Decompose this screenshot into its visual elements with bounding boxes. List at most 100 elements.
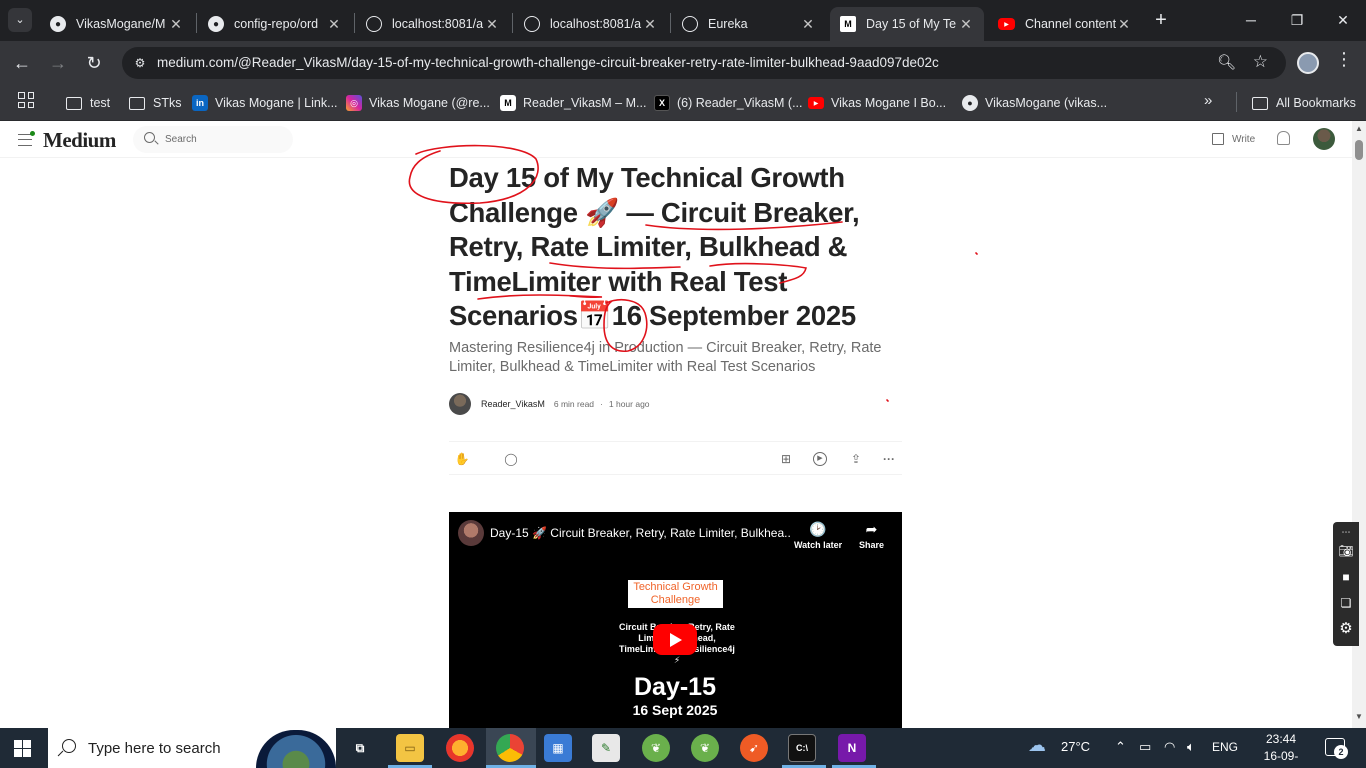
github-icon: ●: [962, 95, 978, 111]
bookmark-youtube[interactable]: ▶ Vikas Mogane I Bo...: [808, 92, 946, 114]
battery-icon[interactable]: ▭: [1139, 739, 1151, 755]
new-tab-button[interactable]: +: [1150, 9, 1172, 31]
url-text[interactable]: medium.com/@Reader_VikasM/day-15-of-my-t…: [157, 55, 939, 70]
apps-grid-icon[interactable]: [18, 92, 34, 108]
minimize-button[interactable]: ─: [1228, 0, 1274, 40]
tab-localhost-1[interactable]: localhost:8081/a ✕: [356, 7, 510, 41]
close-icon[interactable]: ✕: [168, 16, 184, 33]
video-title[interactable]: Day-15 🚀 Circuit Breaker, Retry, Rate Li…: [490, 526, 790, 540]
bookmark-linkedin[interactable]: in Vikas Mogane | Link...: [192, 92, 338, 114]
author-avatar[interactable]: [449, 393, 471, 415]
close-icon[interactable]: ✕: [1116, 16, 1132, 33]
close-icon[interactable]: ✕: [326, 16, 342, 33]
onenote-icon[interactable]: N: [838, 734, 866, 762]
taskbar-clock[interactable]: 23:44 16-09-2025: [1252, 731, 1310, 768]
all-bookmarks-button[interactable]: All Bookmarks: [1252, 92, 1356, 114]
medium-logo[interactable]: Medium: [43, 128, 116, 153]
back-button[interactable]: ←: [8, 49, 36, 77]
channel-avatar[interactable]: [458, 520, 484, 546]
spring-tool-icon[interactable]: ❦: [642, 734, 670, 762]
menu-icon[interactable]: [18, 134, 32, 146]
task-view-icon[interactable]: ⧉: [346, 734, 374, 762]
windows-taskbar: Type here to search ⧉ ▭ ▦ ✎ ❦ ❦ ➹ C:\ N …: [0, 728, 1366, 768]
close-icon[interactable]: ✕: [958, 16, 974, 33]
address-bar[interactable]: ⚙ medium.com/@Reader_VikasM/day-15-of-my…: [122, 47, 1286, 79]
tab-config-repo[interactable]: ● config-repo/ord ✕: [198, 7, 352, 41]
restore-button[interactable]: ❐: [1274, 0, 1320, 40]
listen-play-icon[interactable]: ▶: [813, 452, 827, 466]
web-page: Medium Search Write ▲ ▼ Day 15 of My Tec…: [0, 121, 1366, 728]
spring-tool-icon[interactable]: ❦: [691, 734, 719, 762]
notification-center-icon[interactable]: 2: [1325, 738, 1348, 759]
share-video-button[interactable]: ➦ Share: [859, 521, 884, 550]
more-options-icon[interactable]: ···: [881, 451, 897, 467]
chrome-icon[interactable]: [496, 734, 524, 762]
firefox-icon[interactable]: [446, 734, 474, 762]
video-camera-icon[interactable]: ■: [1338, 569, 1354, 585]
bookmark-add-icon[interactable]: ⊞: [778, 451, 794, 467]
search-input[interactable]: Search: [165, 134, 197, 145]
tab-eureka[interactable]: Eureka ✕: [672, 7, 826, 41]
bookmark-folder-stks[interactable]: STks: [129, 92, 181, 114]
write-button[interactable]: Write: [1212, 133, 1255, 145]
medium-header: Medium Search Write: [0, 121, 1352, 158]
site-info-icon[interactable]: ⚙: [130, 53, 150, 73]
clap-icon[interactable]: ✋: [454, 451, 470, 467]
play-button[interactable]: [653, 624, 697, 655]
language-indicator[interactable]: ENG: [1212, 740, 1238, 754]
windows-start-icon[interactable]: [14, 740, 31, 757]
globe-icon: [682, 16, 698, 32]
share-icon[interactable]: ⇪: [848, 451, 864, 467]
bookmark-github[interactable]: ● VikasMogane (vikas...: [962, 92, 1107, 114]
bookmark-star-icon[interactable]: ☆: [1253, 52, 1268, 72]
chevron-double-right-icon[interactable]: »: [1204, 92, 1212, 109]
weather-cloud-icon[interactable]: ☁: [1028, 735, 1046, 756]
youtube-embed[interactable]: Day-15 🚀 Circuit Breaker, Retry, Rate Li…: [449, 512, 902, 728]
bookmark-medium[interactable]: M Reader_VikasM – M...: [500, 92, 646, 114]
reload-button[interactable]: ↻: [80, 49, 108, 77]
tab-search-button[interactable]: ⌄: [8, 8, 32, 32]
github-icon: ●: [50, 16, 66, 32]
watch-later-button[interactable]: 🕑 Watch later: [794, 521, 842, 550]
bookmark-instagram[interactable]: ◎ Vikas Mogane (@re...: [346, 92, 490, 114]
forward-button[interactable]: →: [44, 49, 72, 77]
bookmark-folder-test[interactable]: test: [66, 92, 110, 114]
close-icon[interactable]: ✕: [642, 16, 658, 33]
notepad-plus-icon[interactable]: ✎: [592, 734, 620, 762]
zoom-icon[interactable]: 🔍︎: [1217, 53, 1236, 71]
camera-icon[interactable]: 📷︎: [1338, 543, 1354, 559]
folder-icon: [129, 96, 145, 110]
windows-icon[interactable]: ❏: [1338, 595, 1354, 611]
bookmark-x[interactable]: X (6) Reader_VikasM (...: [654, 92, 803, 114]
temperature-text[interactable]: 27°C: [1061, 739, 1090, 754]
author-name[interactable]: Reader_VikasM: [481, 399, 545, 409]
wifi-icon[interactable]: ◠: [1164, 739, 1175, 755]
scroll-down-icon[interactable]: ▼: [1355, 712, 1363, 721]
tab-github-vikasmogane[interactable]: ● VikasMogane/M ✕: [40, 7, 194, 41]
tab-medium-day15[interactable]: M Day 15 of My Te ✕: [830, 7, 984, 41]
browser-menu-icon[interactable]: ⋮: [1335, 49, 1353, 70]
bell-icon[interactable]: [1277, 131, 1290, 145]
comment-icon[interactable]: ◯: [503, 451, 519, 467]
close-window-button[interactable]: ✕: [1320, 0, 1366, 40]
tab-youtube-channel[interactable]: ▶ Channel content ✕: [988, 7, 1142, 41]
terminal-icon[interactable]: C:\: [788, 734, 816, 762]
user-avatar[interactable]: [1313, 128, 1335, 150]
tab-localhost-2[interactable]: localhost:8081/a ✕: [514, 7, 668, 41]
taskbar-search-box[interactable]: Type here to search: [48, 728, 336, 768]
chevron-up-icon[interactable]: ⌃: [1115, 739, 1126, 755]
profile-avatar[interactable]: [1297, 52, 1319, 74]
volume-icon[interactable]: 🔈︎: [1187, 739, 1195, 755]
calculator-icon[interactable]: ▦: [544, 734, 572, 762]
close-icon[interactable]: ✕: [800, 16, 816, 33]
close-icon[interactable]: ✕: [484, 16, 500, 33]
file-explorer-icon[interactable]: ▭: [396, 734, 424, 762]
postman-icon[interactable]: ➹: [740, 734, 768, 762]
thumbnail-date: 16 Sept 2025: [632, 702, 718, 718]
scroll-up-icon[interactable]: ▲: [1355, 124, 1363, 133]
link-icon[interactable]: ⋯: [1338, 524, 1354, 540]
scrollbar-thumb[interactable]: [1355, 140, 1363, 160]
search-box[interactable]: Search: [133, 126, 293, 153]
settings-icon[interactable]: ⚙: [1338, 621, 1354, 637]
taskbar-search-input[interactable]: Type here to search: [88, 740, 221, 757]
